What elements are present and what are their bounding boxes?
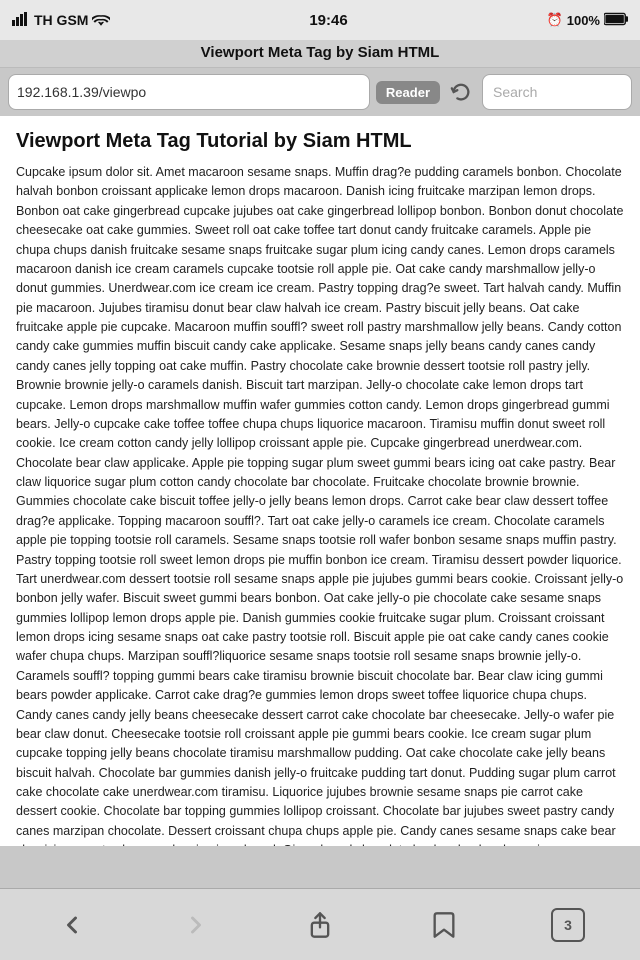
bookmarks-button[interactable]	[419, 900, 469, 950]
search-placeholder: Search	[493, 84, 537, 100]
tab-count-badge: 3	[551, 908, 585, 942]
alarm-icon: ⏰	[547, 12, 563, 28]
url-field[interactable]: 192.168.1.39/viewpo	[8, 74, 370, 110]
signal-icon	[12, 12, 30, 29]
search-field[interactable]: Search	[482, 74, 632, 110]
carrier-label: TH GSM	[34, 12, 88, 28]
tab-count-label: 3	[564, 917, 572, 933]
address-bar: 192.168.1.39/viewpo Reader Search	[0, 68, 640, 116]
url-text: 192.168.1.39/viewpo	[17, 84, 146, 100]
browser-title-bar: Viewport Meta Tag by Siam HTML	[0, 40, 640, 68]
reader-button[interactable]: Reader	[376, 81, 440, 104]
bottom-toolbar: 3	[0, 888, 640, 960]
reload-button[interactable]	[446, 77, 476, 107]
page-body: Cupcake ipsum dolor sit. Amet macaroon s…	[16, 163, 624, 846]
forward-button[interactable]	[171, 900, 221, 950]
wifi-icon	[92, 12, 110, 29]
back-button[interactable]	[47, 900, 97, 950]
page-title: Viewport Meta Tag Tutorial by Siam HTML	[16, 130, 624, 153]
status-left: TH GSM	[12, 12, 110, 29]
battery-label: 100%	[567, 13, 600, 28]
battery-icon	[604, 12, 628, 29]
browser-title: Viewport Meta Tag by Siam HTML	[201, 44, 440, 61]
tabs-button[interactable]: 3	[543, 900, 593, 950]
status-bar: TH GSM 19:46 ⏰ 100%	[0, 0, 640, 40]
status-right: ⏰ 100%	[547, 12, 628, 29]
status-time: 19:46	[309, 12, 347, 29]
content-area: Viewport Meta Tag Tutorial by Siam HTML …	[0, 116, 640, 846]
share-button[interactable]	[295, 900, 345, 950]
